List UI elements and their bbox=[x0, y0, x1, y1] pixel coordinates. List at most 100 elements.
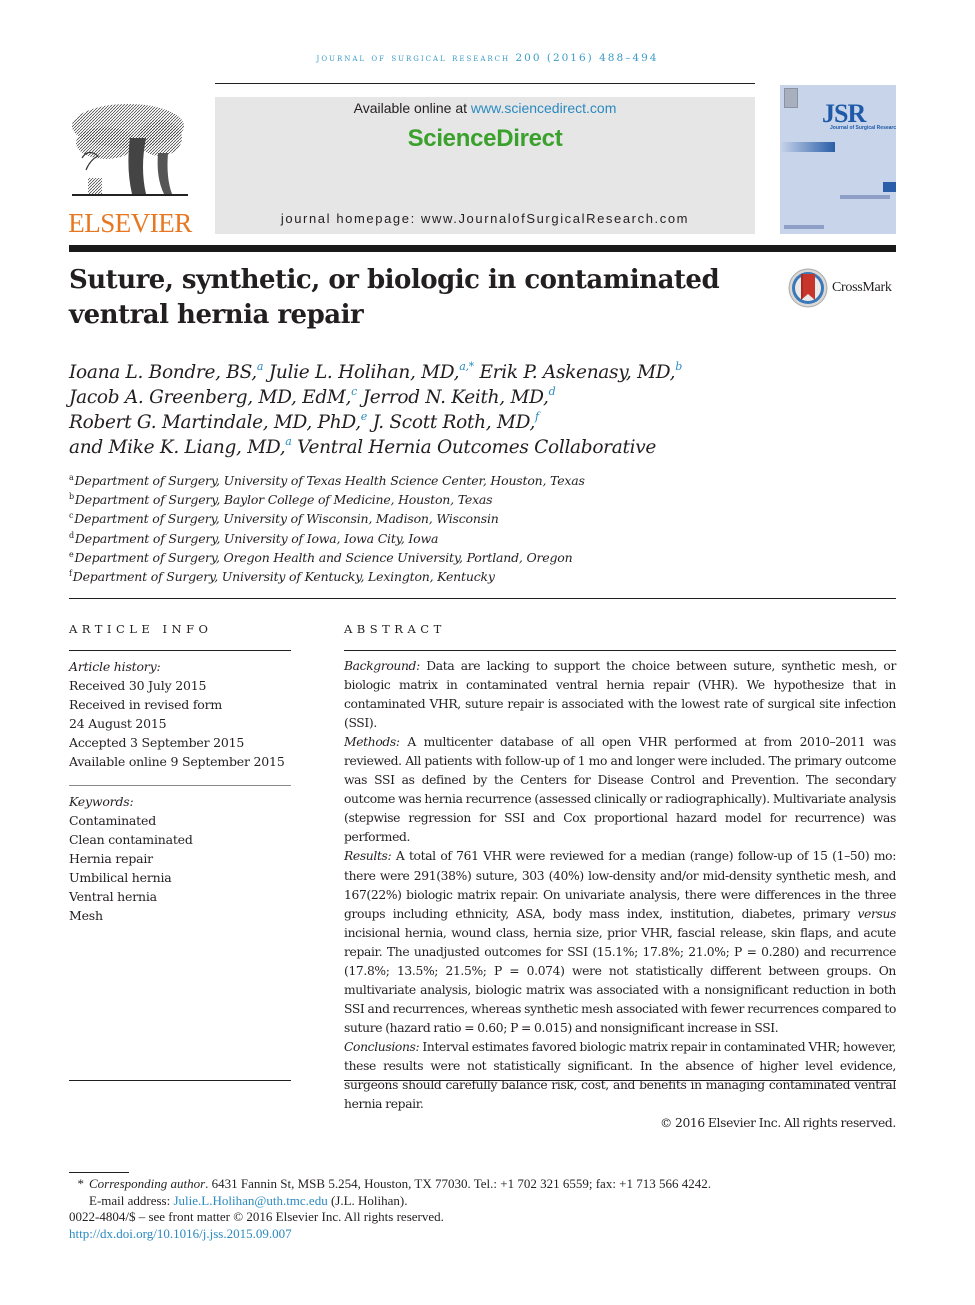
affiliation-key: b bbox=[69, 492, 74, 502]
affiliation-key: f bbox=[69, 569, 72, 579]
author: Jerrod N. Keith, MD,d bbox=[362, 385, 556, 408]
history-item: 24 August 2015 bbox=[69, 716, 167, 731]
keywords: Keywords: Contaminated Clean contaminate… bbox=[69, 792, 291, 925]
affiliation: aDepartment of Surgery, University of Te… bbox=[69, 471, 669, 490]
affiliation-marker[interactable]: e bbox=[361, 410, 368, 423]
corresponding-author-note: * Corresponding author. 6431 Fannin St, M… bbox=[69, 1176, 896, 1193]
keyword: Clean contaminated bbox=[69, 832, 193, 847]
author: Jacob A. Greenberg, MD, EdM,c bbox=[69, 385, 357, 408]
affiliation: eDepartment of Surgery, Oregon Health an… bbox=[69, 548, 669, 567]
affiliation-key: c bbox=[69, 511, 74, 521]
author-name: Erik P. Askenasy, MD, bbox=[479, 362, 676, 383]
running-head: journal of surgical research 200 (2016) … bbox=[316, 52, 659, 64]
cover-band bbox=[883, 182, 896, 192]
article-history: Article history: Received 30 July 2015 R… bbox=[69, 657, 291, 771]
footnotes: * Corresponding author. 6431 Fannin St, M… bbox=[69, 1176, 896, 1242]
cover-elsevier-icon bbox=[784, 88, 798, 108]
article-info-rule bbox=[69, 785, 291, 786]
affiliation-marker[interactable]: a bbox=[257, 360, 264, 373]
history-item: Received 30 July 2015 bbox=[69, 678, 207, 693]
cover-subtitle: Journal of Surgical Research bbox=[830, 125, 896, 131]
email-link[interactable]: Julie.L.Holihan@uth.tmc.edu bbox=[173, 1193, 327, 1208]
article-info-rule bbox=[69, 1080, 291, 1081]
affiliation-marker[interactable]: f bbox=[535, 410, 539, 423]
crossmark-button[interactable]: CrossMark bbox=[788, 268, 892, 308]
keyword: Umbilical hernia bbox=[69, 870, 172, 885]
affiliation: dDepartment of Surgery, University of Io… bbox=[69, 529, 669, 548]
author-list: Ioana L. Bondre, BS,a Julie L. Holihan, … bbox=[69, 360, 769, 460]
affiliation-key: a bbox=[69, 473, 74, 482]
article-info-rule bbox=[69, 650, 291, 651]
crossmark-label: CrossMark bbox=[832, 280, 892, 295]
affiliation-text: Department of Surgery, University of Wis… bbox=[74, 511, 499, 527]
author-name: J. Scott Roth, MD, bbox=[372, 412, 536, 433]
abstract-heading: ABSTRACT bbox=[344, 622, 446, 636]
abstract-body: Background: Data are lacking to support … bbox=[344, 657, 896, 1133]
abstract-text: incisional hernia, wound class, hernia s… bbox=[344, 925, 896, 1035]
affiliation-marker[interactable]: d bbox=[549, 385, 556, 398]
article-info-heading: ARTICLE INFO bbox=[69, 622, 213, 636]
abstract-emphasis: versus bbox=[857, 906, 896, 921]
abstract-label: Results: bbox=[344, 849, 392, 864]
author-name: Jacob A. Greenberg, MD, EdM, bbox=[69, 387, 352, 408]
author: Ioana L. Bondre, BS,a bbox=[69, 360, 264, 383]
author: Julie L. Holihan, MD,a,* bbox=[269, 360, 474, 383]
corresponding-label: Corresponding author bbox=[89, 1176, 206, 1191]
keyword: Ventral hernia bbox=[69, 889, 157, 904]
author-name: and Mike K. Liang, MD, bbox=[69, 437, 286, 458]
top-rule bbox=[215, 83, 755, 84]
available-online-line: Available online at www.sciencedirect.co… bbox=[215, 100, 755, 116]
abstract-label: Methods: bbox=[344, 735, 400, 750]
keyword: Contaminated bbox=[69, 813, 156, 828]
abstract-label: Conclusions: bbox=[344, 1039, 420, 1054]
sciencedirect-brand: ScienceDirect bbox=[407, 125, 563, 152]
author-group: Ventral Hernia Outcomes Collaborative bbox=[297, 437, 656, 458]
email-label: E-mail address: bbox=[89, 1192, 174, 1208]
history-item: Received in revised form bbox=[69, 697, 223, 712]
cover-text-line bbox=[840, 195, 890, 199]
abstract-copyright: © 2016 Elsevier Inc. All rights reserved… bbox=[659, 1116, 896, 1131]
affiliation: cDepartment of Surgery, University of Wi… bbox=[69, 509, 669, 528]
footnote-star: * bbox=[77, 1176, 85, 1191]
doi-link[interactable]: http://dx.doi.org/10.1016/j.jss.2015.09.… bbox=[69, 1226, 292, 1241]
sciencedirect-link[interactable]: www.sciencedirect.com bbox=[471, 100, 617, 116]
author: J. Scott Roth, MD,f bbox=[372, 410, 540, 433]
section-divider bbox=[69, 598, 896, 599]
abstract-conclusions: Conclusions: Interval estimates favored … bbox=[344, 1038, 896, 1114]
affiliation: bDepartment of Surgery, Baylor College o… bbox=[69, 490, 669, 509]
author-name: Robert G. Martindale, MD, PhD, bbox=[69, 412, 361, 433]
abstract-label: Background: bbox=[344, 659, 420, 673]
keyword: Mesh bbox=[69, 908, 103, 923]
affiliation: fDepartment of Surgery, University of Ke… bbox=[69, 567, 669, 586]
affiliation-list: aDepartment of Surgery, University of Te… bbox=[69, 471, 669, 586]
available-online-text: Available online at bbox=[353, 100, 471, 116]
abstract-results: Results: A total of 761 VHR were reviewe… bbox=[344, 847, 896, 1037]
author: Robert G. Martindale, MD, PhD,e bbox=[69, 410, 368, 433]
affiliation-marker[interactable]: a,* bbox=[459, 360, 474, 373]
author: and Mike K. Liang, MD,a bbox=[69, 435, 292, 458]
email-note: E-mail address: Julie.L.Holihan@uth.tmc.… bbox=[69, 1193, 896, 1210]
abstract-background: Background: Data are lacking to support … bbox=[344, 657, 896, 733]
cover-band bbox=[780, 142, 835, 152]
elsevier-wordmark: ELSEVIER bbox=[68, 208, 192, 238]
affiliation-key: e bbox=[69, 549, 74, 559]
header-divider bbox=[69, 245, 896, 252]
article-title: Suture, synthetic, or biologic in contam… bbox=[69, 265, 720, 330]
author-name: Jerrod N. Keith, MD, bbox=[362, 387, 549, 408]
abstract-rule bbox=[344, 650, 896, 651]
affiliation-marker[interactable]: b bbox=[675, 360, 682, 373]
affiliation-text: Department of Surgery, Oregon Health and… bbox=[74, 549, 573, 565]
affiliation-text: Department of Surgery, University of Tex… bbox=[74, 473, 585, 488]
affiliation-marker[interactable]: c bbox=[351, 385, 357, 398]
abstract-methods: Methods: A multicenter database of all o… bbox=[344, 733, 896, 847]
journal-cover-image: JSR Journal of Surgical Research bbox=[780, 85, 896, 234]
front-matter: 0022-4804/$ – see front matter © 2016 El… bbox=[69, 1209, 444, 1224]
keyword: Hernia repair bbox=[69, 851, 153, 866]
affiliation-marker[interactable]: a bbox=[285, 435, 292, 448]
journal-homepage[interactable]: journal homepage: www.JournalofSurgicalR… bbox=[215, 211, 755, 226]
affiliation-text: Department of Surgery, Baylor College of… bbox=[74, 492, 493, 508]
abstract-text: A multicenter database of all open VHR p… bbox=[344, 735, 896, 845]
corresponding-text: . 6431 Fannin St, MSB 5.254, Houston, TX… bbox=[205, 1176, 712, 1191]
author: Erik P. Askenasy, MD,b bbox=[479, 360, 682, 383]
author-name: Ioana L. Bondre, BS, bbox=[69, 362, 257, 383]
